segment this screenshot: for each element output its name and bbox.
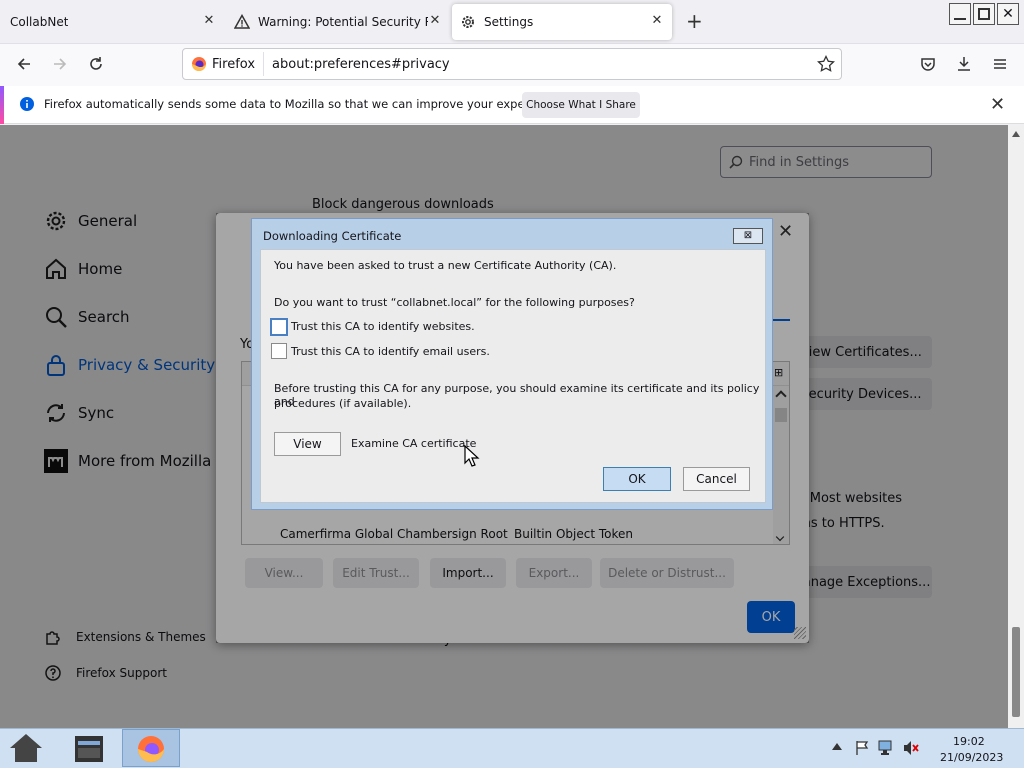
notification-accent — [0, 86, 4, 124]
tab-label: Warning: Potential Security Risk — [258, 15, 428, 29]
firefox-taskbar-button[interactable] — [122, 729, 180, 767]
dialog-title: Downloading Certificate — [263, 229, 402, 243]
dialog-question-text: Do you want to trust “collabnet.local” f… — [274, 296, 635, 309]
firefox-logo-icon — [192, 57, 206, 71]
warning-icon — [234, 14, 250, 29]
column-picker-icon[interactable]: ⊞ — [774, 366, 788, 380]
forward-button[interactable] — [46, 50, 74, 78]
download-icon — [958, 57, 970, 71]
dialog-ok-button[interactable]: OK — [603, 467, 671, 491]
window-close-button[interactable]: ✕ — [997, 3, 1019, 25]
identity-label: Firefox — [212, 56, 256, 72]
taskbar: 19:02 21/09/2023 — [0, 728, 1024, 768]
url-bar[interactable]: Firefox about:preferences#privacy — [182, 48, 842, 80]
dialog-cancel-button[interactable]: Cancel — [683, 467, 750, 491]
mouse-cursor-icon — [464, 445, 480, 467]
table-row[interactable]: Camerfirma Global Chambersign Root Built… — [242, 524, 773, 544]
dialog-intro-text: You have been asked to trust a new Certi… — [274, 259, 617, 272]
gear-icon — [462, 16, 474, 28]
trust-websites-checkbox[interactable] — [270, 318, 288, 336]
close-icon[interactable]: ✕ — [778, 221, 793, 242]
new-tab-button[interactable]: + — [686, 11, 703, 31]
reload-icon — [90, 57, 102, 70]
info-icon — [20, 97, 34, 111]
arrow-right-icon — [54, 58, 67, 70]
certificate-name-cell: Camerfirma Global Chambersign Root — [280, 527, 508, 541]
view-ca-certificate-button[interactable]: View — [274, 432, 341, 456]
file-manager-button[interactable] — [68, 731, 108, 765]
examine-ca-label: Examine CA certificate — [351, 437, 477, 450]
home-icon — [10, 734, 42, 762]
back-button[interactable] — [10, 50, 38, 78]
network-icon[interactable] — [878, 740, 896, 756]
trust-email-checkbox[interactable] — [271, 343, 287, 359]
star-icon[interactable] — [817, 55, 835, 73]
tab-security-warning[interactable]: Warning: Potential Security Risk ✕ — [226, 4, 450, 40]
examine-warning-text-2: procedures (if available). — [274, 397, 412, 410]
tab-bar: CollabNet ✕ Warning: Potential Security … — [0, 0, 1024, 44]
resize-grip-icon[interactable] — [794, 627, 806, 639]
data-collection-notification: Firefox automatically sends some data to… — [0, 86, 1024, 124]
pocket-icon — [921, 58, 935, 71]
trust-email-label[interactable]: Trust this CA to identify email users. — [291, 345, 490, 358]
downloading-certificate-dialog: Downloading Certificate ⊠ You have been … — [251, 218, 773, 510]
notification-text: Firefox automatically sends some data to… — [44, 97, 564, 111]
close-icon[interactable]: ✕ — [202, 14, 216, 28]
minimize-button[interactable] — [949, 3, 971, 25]
restore-button[interactable] — [973, 3, 995, 25]
tab-collabnet[interactable]: CollabNet ✕ — [0, 4, 224, 40]
choose-what-i-share-button[interactable]: Choose What I Share — [522, 92, 640, 118]
close-icon[interactable]: ✕ — [428, 14, 442, 28]
export-button[interactable]: Export... — [516, 558, 592, 588]
import-button[interactable]: Import... — [430, 558, 506, 588]
clock-time: 19:02 — [953, 735, 985, 748]
downloads-button[interactable] — [950, 50, 978, 78]
menu-button[interactable] — [986, 50, 1014, 78]
file-manager-icon — [75, 736, 103, 762]
flag-icon[interactable] — [854, 740, 870, 756]
arrow-left-icon — [17, 58, 30, 70]
trust-websites-label[interactable]: Trust this CA to identify websites. — [291, 320, 475, 333]
edit-trust-button[interactable]: Edit Trust... — [333, 558, 419, 588]
reload-button[interactable] — [82, 50, 110, 78]
tab-label: CollabNet — [10, 15, 69, 29]
identity-box[interactable]: Firefox — [183, 52, 265, 76]
volume-muted-icon[interactable] — [902, 740, 920, 756]
start-menu-button[interactable] — [6, 731, 46, 765]
firefox-logo-icon — [138, 736, 164, 762]
url-text[interactable]: about:preferences#privacy — [272, 57, 450, 72]
ok-button[interactable]: OK — [747, 601, 795, 633]
tab-label: Settings — [484, 15, 534, 29]
delete-or-distrust-button[interactable]: Delete or Distrust... — [600, 558, 734, 588]
close-icon[interactable]: ✕ — [650, 14, 664, 28]
view-certificate-button[interactable]: View... — [245, 558, 323, 588]
clock-date: 21/09/2023 — [940, 751, 1004, 764]
tab-settings[interactable]: Settings ✕ — [452, 4, 672, 40]
dialog-close-button[interactable]: ⊠ — [733, 228, 763, 244]
tray-expand-icon[interactable] — [832, 743, 842, 750]
security-device-cell: Builtin Object Token — [514, 527, 634, 541]
dialog-body: You have been asked to trust a new Certi… — [260, 249, 766, 503]
hamburger-menu-icon — [994, 59, 1006, 69]
tree-scrollbar[interactable] — [773, 386, 789, 544]
pocket-button[interactable] — [914, 50, 942, 78]
page-scrollbar[interactable] — [1008, 125, 1024, 728]
close-icon[interactable]: ✕ — [990, 94, 1005, 115]
